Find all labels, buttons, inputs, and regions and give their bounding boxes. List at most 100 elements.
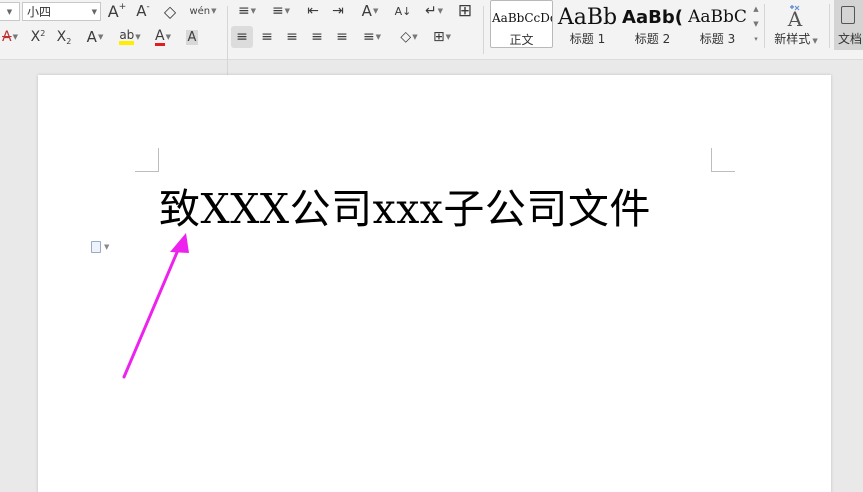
document-title-text[interactable]: 致XXX公司xxx子公司文件 <box>159 175 651 235</box>
chevron-down-icon: ▼ <box>135 33 141 41</box>
document-tools-button[interactable]: 文档 <box>834 0 863 50</box>
sort-button[interactable]: A ↓ <box>393 0 413 22</box>
style-label: 标题 1 <box>569 32 606 46</box>
character-shading-button[interactable]: A <box>182 26 202 48</box>
bullets-button[interactable]: ≡ ▼ <box>233 0 261 22</box>
chevron-down-icon: ▼ <box>375 33 382 41</box>
style-heading-2[interactable]: AaBb( 标题 2 <box>620 0 685 48</box>
clear-format-button[interactable]: ◇ <box>160 0 180 22</box>
indent-icon: ⇥ <box>332 3 344 19</box>
decrease-indent-button[interactable]: ⇤ <box>303 0 323 22</box>
distribute-icon: ≡ <box>336 29 348 45</box>
style-label: 标题 2 <box>634 32 671 46</box>
styles-gallery-scroll[interactable]: ▲ ▼ ▾ <box>751 2 761 46</box>
style-normal[interactable]: AaBbCcDd 正文 <box>490 0 553 48</box>
line-spacing-icon: ≡ <box>362 29 375 45</box>
decrease-font-size-button[interactable]: A- <box>133 0 153 22</box>
chevron-down-icon: ▼ <box>104 243 110 251</box>
align-center-icon: ≡ <box>261 29 273 45</box>
align-center-button[interactable]: ≡ <box>257 26 277 48</box>
text-effect-button[interactable]: A ▼ <box>82 26 108 48</box>
chevron-down-icon: ▼ <box>211 7 217 15</box>
subscript-two-icon: 2 <box>66 36 72 46</box>
decrease-font-icon: A <box>136 2 147 20</box>
svg-text:A: A <box>787 7 803 30</box>
chevron-down-icon: ▼ <box>372 7 379 15</box>
paint-bucket-icon: ◇ <box>400 29 412 45</box>
justify-button[interactable]: ≡ <box>307 26 327 48</box>
chevron-down-icon[interactable]: ▼ <box>753 20 758 28</box>
new-style-button[interactable]: A 新样式 ▼ <box>768 0 824 50</box>
arrow-down-icon: ↓ <box>402 4 412 18</box>
style-heading-1[interactable]: AaBb 标题 1 <box>555 0 620 48</box>
chevron-up-icon[interactable]: ▲ <box>753 5 758 13</box>
font-name-dropdown[interactable]: ▼ <box>0 2 20 21</box>
numbering-button[interactable]: ≡ ▼ <box>267 0 295 22</box>
align-left-icon: ≡ <box>236 29 248 45</box>
style-preview: AaBb <box>557 4 618 30</box>
ribbon-divider <box>764 4 765 48</box>
borders-icon: ⊞ <box>432 29 445 45</box>
chevron-down-icon: ▼ <box>250 7 257 15</box>
style-preview: AaBbC <box>688 7 747 27</box>
numbered-list-icon: ≡ <box>271 3 284 19</box>
new-style-text: 新样式 <box>774 32 811 46</box>
borders-button[interactable]: ⊞ ▼ <box>428 26 456 48</box>
paragraph-shading-button[interactable]: ◇ ▼ <box>394 26 424 48</box>
font-size-value: 小四 <box>27 5 52 19</box>
change-case-icon: A <box>361 2 372 20</box>
margin-corner-top-right <box>711 148 735 172</box>
strikethrough-icon: A <box>2 29 12 45</box>
font-color-icon: A <box>155 27 165 46</box>
text-effect-icon: A <box>86 28 97 46</box>
chevron-down-icon: ▼ <box>412 33 418 41</box>
superscript-icon: X <box>30 29 41 45</box>
plus-icon: + <box>118 2 127 12</box>
justify-icon: ≡ <box>311 29 323 45</box>
document-tools-label: 文档 <box>838 32 863 46</box>
phonetic-guide-icon: wén <box>189 5 211 17</box>
subscript-icon: X <box>56 29 67 45</box>
margin-corner-top-left <box>135 148 159 172</box>
increase-font-size-button[interactable]: A + <box>107 0 127 22</box>
change-case-button[interactable]: A ▼ <box>355 0 385 22</box>
align-right-icon: ≡ <box>286 29 298 45</box>
strikethrough-button[interactable]: A ▼ <box>0 26 20 48</box>
ribbon-toolbar: ▼ 小四 ▼ A + A- ◇ wén ▼ ≡ ▼ ≡ ▼ ⇤ ⇥ A ▼ A … <box>0 0 863 80</box>
paragraph-layout-icon <box>91 241 101 253</box>
expand-gallery-icon[interactable]: ▾ <box>754 35 758 43</box>
chevron-down-icon: ▼ <box>97 33 104 41</box>
chevron-down-icon: ▼ <box>810 37 818 45</box>
styles-gallery: AaBbCcDd 正文 AaBb 标题 1 AaBb( 标题 2 AaBbC 标… <box>489 0 763 50</box>
highlight-button[interactable]: ab ▼ <box>115 26 145 48</box>
character-shading-icon: A <box>185 29 199 45</box>
style-label: 正文 <box>509 33 534 47</box>
chevron-down-icon: ▼ <box>284 7 291 15</box>
style-label: 标题 3 <box>699 32 736 46</box>
chevron-down-icon: ▼ <box>437 7 444 15</box>
paragraph-layout-button[interactable]: ▼ <box>91 239 121 255</box>
font-color-button[interactable]: A ▼ <box>150 26 176 48</box>
ribbon-divider <box>227 32 228 80</box>
outdent-icon: ⇤ <box>307 3 319 19</box>
superscript-button[interactable]: X2 <box>27 26 49 48</box>
show-marks-button[interactable]: ↵ ▼ <box>420 0 448 22</box>
distribute-button[interactable]: ≡ <box>332 26 352 48</box>
chevron-down-icon: ▼ <box>6 7 13 16</box>
align-left-button[interactable]: ≡ <box>231 26 253 48</box>
font-size-dropdown[interactable]: 小四 ▼ <box>22 2 101 21</box>
align-right-button[interactable]: ≡ <box>282 26 302 48</box>
phonetic-guide-button[interactable]: wén ▼ <box>188 0 218 22</box>
highlighter-icon: ab <box>119 29 135 45</box>
table-grid-button[interactable]: ⊞ <box>454 0 476 22</box>
style-heading-3[interactable]: AaBbC 标题 3 <box>685 0 750 48</box>
chevron-down-icon: ▼ <box>91 7 97 16</box>
document-page[interactable]: 致XXX公司xxx子公司文件 ▼ <box>38 75 831 492</box>
superscript-two-icon: 2 <box>40 28 46 38</box>
subscript-button[interactable]: X2 <box>53 26 75 48</box>
increase-font-icon: A <box>107 1 119 21</box>
line-spacing-button[interactable]: ≡ ▼ <box>358 26 386 48</box>
chevron-down-icon: ▼ <box>12 33 18 41</box>
style-preview: AaBbCcDd <box>492 11 552 25</box>
increase-indent-button[interactable]: ⇥ <box>328 0 348 22</box>
